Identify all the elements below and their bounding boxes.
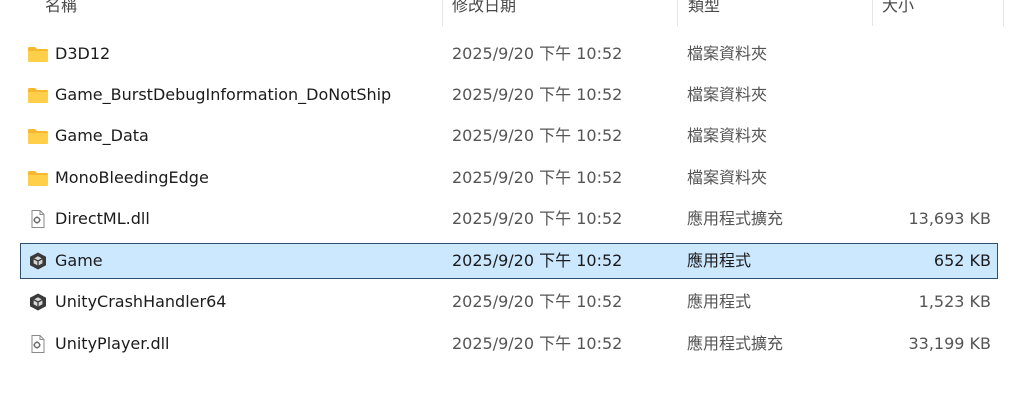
file-size: 1,523 KB — [918, 292, 991, 311]
folder-icon — [27, 169, 49, 187]
file-name: Game_Data — [55, 126, 149, 145]
file-modified-date: 2025/9/20 下午 10:52 — [452, 85, 623, 104]
column-header-size[interactable]: 大小 — [882, 0, 914, 19]
file-type: 檔案資料夾 — [687, 126, 768, 145]
file-name: DirectML.dll — [55, 209, 150, 228]
file-size: 33,199 KB — [908, 334, 991, 353]
column-divider[interactable] — [677, 0, 678, 26]
dll-file-icon — [27, 335, 49, 353]
file-modified-date: 2025/9/20 下午 10:52 — [452, 209, 623, 228]
column-header-date[interactable]: 修改日期 — [452, 0, 516, 19]
file-modified-date: 2025/9/20 下午 10:52 — [452, 168, 623, 187]
file-modified-date: 2025/9/20 下午 10:52 — [452, 292, 623, 311]
file-modified-date: 2025/9/20 下午 10:52 — [452, 126, 623, 145]
file-size: 652 KB — [933, 251, 991, 270]
file-type: 應用程式 — [687, 292, 752, 311]
file-row[interactable]: UnityCrashHandler64 2025/9/20 下午 10:52 應用程… — [20, 284, 998, 320]
folder-icon — [27, 86, 49, 104]
file-row[interactable]: Game 2025/9/20 下午 10:52 應用程式 652 KB — [20, 243, 998, 279]
file-row[interactable]: Game_BurstDebugInformation_DoNotShip 2025… — [20, 77, 998, 113]
file-row[interactable]: UnityPlayer.dll 2025/9/20 下午 10:52 應用程式擴充 3… — [20, 326, 998, 362]
file-name: Game — [55, 251, 103, 270]
file-type: 應用程式擴充 — [687, 334, 784, 353]
file-type: 應用程式 — [687, 251, 752, 270]
file-name: UnityPlayer.dll — [55, 334, 170, 353]
file-type: 應用程式擴充 — [687, 209, 784, 228]
file-row[interactable]: MonoBleedingEdge 2025/9/20 下午 10:52 檔案資料夾 — [20, 160, 998, 196]
file-name: Game_BurstDebugInformation_DoNotShip — [55, 85, 392, 104]
file-name: MonoBleedingEdge — [55, 168, 209, 187]
unity-app-icon — [27, 252, 49, 270]
file-type: 檔案資料夾 — [687, 168, 768, 187]
file-row[interactable]: Game_Data 2025/9/20 下午 10:52 檔案資料夾 — [20, 118, 998, 154]
column-divider[interactable] — [872, 0, 873, 26]
folder-icon — [27, 45, 49, 63]
column-header-bar: 名稱 修改日期 類型 大小 — [0, 0, 1024, 26]
file-size: 13,693 KB — [908, 209, 991, 228]
file-modified-date: 2025/9/20 下午 10:52 — [452, 334, 623, 353]
file-modified-date: 2025/9/20 下午 10:52 — [452, 44, 623, 63]
file-name: D3D12 — [55, 44, 111, 63]
column-header-type[interactable]: 類型 — [688, 0, 720, 19]
column-header-name[interactable]: 名稱 — [45, 0, 77, 19]
file-row[interactable]: D3D12 2025/9/20 下午 10:52 檔案資料夾 — [20, 36, 998, 72]
column-divider[interactable] — [1003, 0, 1004, 26]
file-type: 檔案資料夾 — [687, 44, 768, 63]
column-divider[interactable] — [442, 0, 443, 26]
unity-app-icon — [27, 293, 49, 311]
dll-file-icon — [27, 210, 49, 228]
file-row[interactable]: DirectML.dll 2025/9/20 下午 10:52 應用程式擴充 13,6… — [20, 201, 998, 237]
folder-icon — [27, 127, 49, 145]
file-explorer-list: 名稱 修改日期 類型 大小 D3D12 2025/9/20 下午 10:52 檔案資… — [0, 0, 1024, 400]
file-modified-date: 2025/9/20 下午 10:52 — [452, 251, 623, 270]
file-name: UnityCrashHandler64 — [55, 292, 227, 311]
file-type: 檔案資料夾 — [687, 85, 768, 104]
